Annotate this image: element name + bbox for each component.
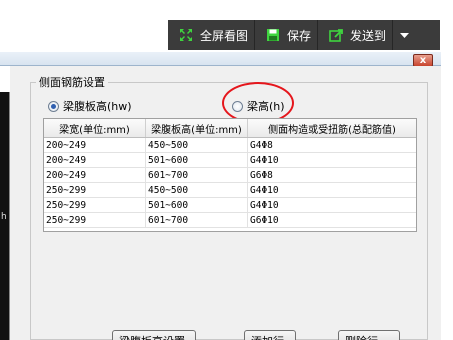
save-label: 保存	[287, 28, 312, 43]
cell-side-rebar[interactable]: G4Φ10	[248, 153, 416, 167]
cad-canvas-strip: h	[0, 92, 10, 340]
table-row[interactable]: 200~249 601~700 G6Φ8	[44, 168, 416, 183]
add-row-button[interactable]: 添加行	[244, 330, 296, 340]
send-to-label: 发送到	[350, 28, 387, 43]
cell-side-rebar[interactable]: G4Φ10	[248, 183, 416, 197]
close-icon: x	[419, 55, 427, 66]
send-to-dropdown[interactable]	[393, 20, 415, 50]
cell-beam-width[interactable]: 250~299	[44, 213, 146, 227]
cell-side-rebar[interactable]: G4Φ8	[248, 138, 416, 152]
cell-beam-width[interactable]: 200~249	[44, 138, 146, 152]
cell-web-height[interactable]: 501~600	[146, 198, 248, 212]
send-to-button[interactable]: 发送到	[318, 20, 394, 50]
toolbar: 全屏看图 保存 发送到	[168, 20, 440, 50]
group-title: 侧面钢筋设置	[36, 74, 108, 90]
cell-web-height[interactable]: 450~500	[146, 183, 248, 197]
cell-beam-width[interactable]: 250~299	[44, 198, 146, 212]
web-height-settings-button[interactable]: 梁腹板高设置	[112, 330, 196, 340]
cell-side-rebar[interactable]: G6Φ8	[248, 168, 416, 182]
table-header: 梁宽(单位:mm) 梁腹板高(单位:mm) 侧面构造或受扭筋(总配筋值)	[44, 119, 416, 138]
fullscreen-icon	[178, 27, 194, 43]
cell-web-height[interactable]: 501~600	[146, 153, 248, 167]
radio-checked-icon	[48, 100, 59, 112]
cell-side-rebar[interactable]: G4Φ10	[248, 198, 416, 212]
cell-web-height[interactable]: 450~500	[146, 138, 248, 152]
window-edge	[441, 52, 453, 340]
header-side-rebar[interactable]: 侧面构造或受扭筋(总配筋值)	[248, 119, 416, 137]
cell-side-rebar[interactable]: G6Φ10	[248, 213, 416, 227]
table-row[interactable]: 250~299 601~700 G6Φ10	[44, 213, 416, 228]
rebar-table[interactable]: 梁宽(单位:mm) 梁腹板高(单位:mm) 侧面构造或受扭筋(总配筋值) 200…	[43, 118, 417, 232]
header-web-height[interactable]: 梁腹板高(单位:mm)	[146, 119, 248, 137]
table-row[interactable]: 250~299 450~500 G4Φ10	[44, 183, 416, 198]
cell-beam-width[interactable]: 200~249	[44, 168, 146, 182]
cell-web-height[interactable]: 601~700	[146, 213, 248, 227]
save-icon	[265, 27, 281, 43]
delete-row-button[interactable]: 删除行	[338, 330, 400, 340]
caret-down-icon	[399, 29, 409, 42]
radio-web-height-label: 梁腹板高(hw)	[63, 100, 132, 113]
share-icon	[328, 27, 344, 43]
cell-beam-width[interactable]: 200~249	[44, 153, 146, 167]
fullscreen-label: 全屏看图	[200, 28, 249, 43]
save-button[interactable]: 保存	[255, 20, 319, 50]
radio-web-height[interactable]: 梁腹板高(hw)	[48, 98, 132, 114]
cell-web-height[interactable]: 601~700	[146, 168, 248, 182]
header-beam-width[interactable]: 梁宽(单位:mm)	[44, 119, 146, 137]
window-title-bar	[0, 52, 442, 66]
fullscreen-button[interactable]: 全屏看图	[168, 20, 256, 50]
table-row[interactable]: 200~249 501~600 G4Φ10	[44, 153, 416, 168]
table-row[interactable]: 250~299 501~600 G4Φ10	[44, 198, 416, 213]
canvas-mark: h	[1, 212, 7, 222]
table-row[interactable]: 200~249 450~500 G4Φ8	[44, 138, 416, 153]
cell-beam-width[interactable]: 250~299	[44, 183, 146, 197]
